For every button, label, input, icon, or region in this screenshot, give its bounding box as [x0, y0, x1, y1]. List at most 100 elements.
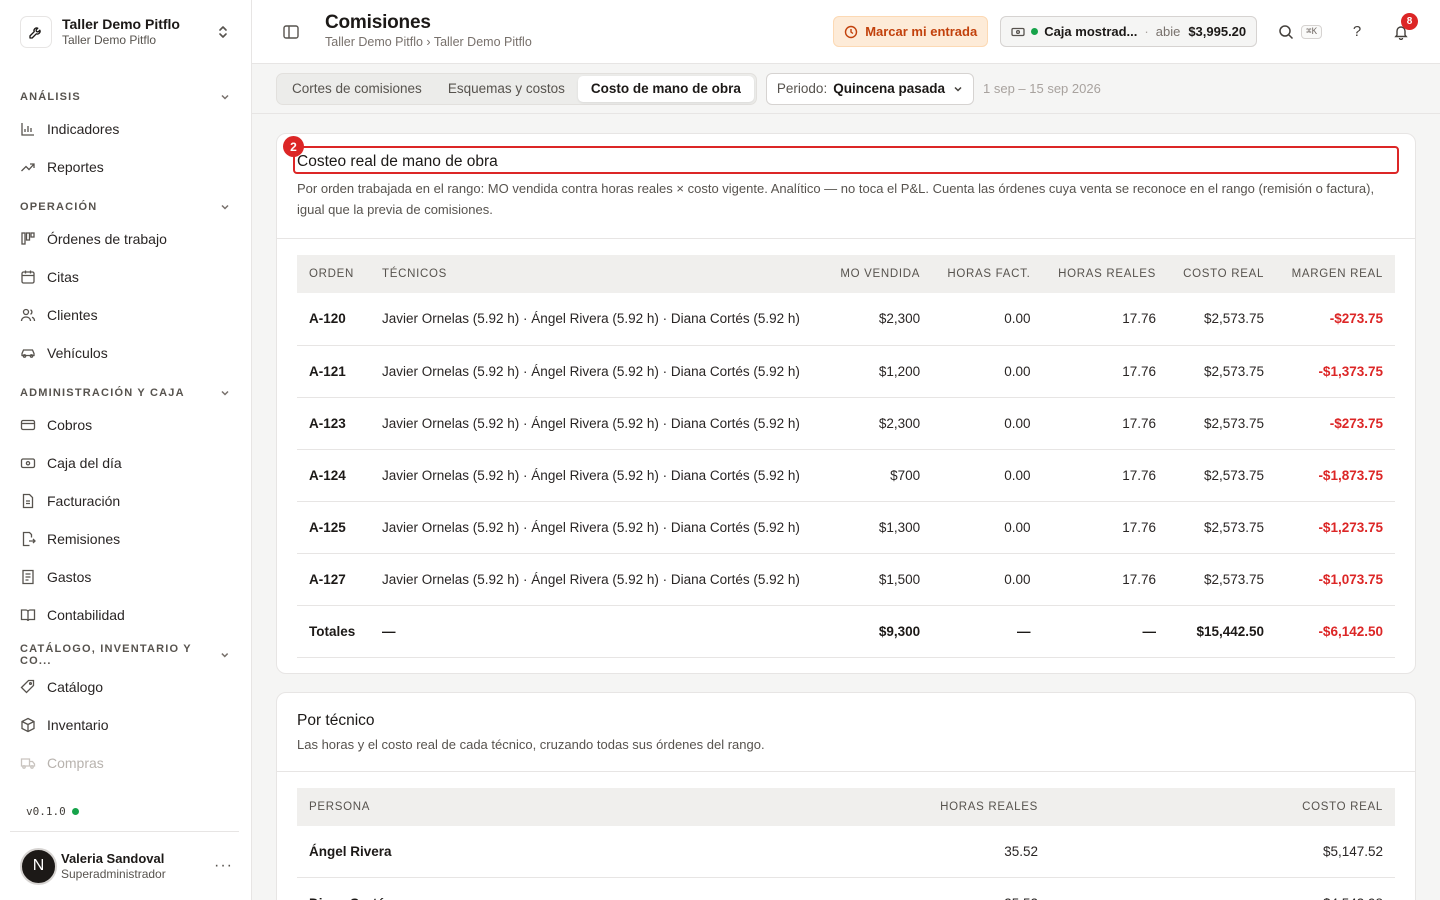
tab-cortes-comisiones[interactable]: Cortes de comisiones: [279, 76, 435, 102]
cash-state: abie: [1155, 24, 1181, 39]
hours-real-cell: 35.52: [649, 825, 1050, 878]
cash-register-icon: [1011, 27, 1025, 36]
sidebar-item-remisiones[interactable]: Remisiones: [0, 520, 251, 558]
period-label: Periodo:: [776, 81, 828, 96]
table-row[interactable]: Diana Cortés35.52$4,543.98: [297, 877, 1395, 900]
totals-techs: —: [370, 604, 826, 658]
nav-section-title: ADMINISTRACIÓN Y CAJA: [20, 387, 185, 399]
sidebar-item-label: Inventario: [47, 717, 109, 733]
sidebar-item-label: Contabilidad: [47, 607, 125, 623]
file-export-icon: [20, 531, 36, 547]
period-select[interactable]: Periodo: Quincena pasada: [765, 72, 974, 105]
cash-name: Caja mostrad...: [1044, 24, 1138, 39]
real-margin-cell: -$1,873.75: [1276, 449, 1395, 502]
table-row[interactable]: A-121 Javier Ornelas (5.92 h) · Ángel Riv…: [297, 345, 1395, 398]
chevron-down-icon: [954, 86, 962, 92]
sidebar-item-inventario[interactable]: Inventario: [0, 706, 251, 744]
sidebar-item-indicadores[interactable]: Indicadores: [0, 110, 251, 148]
order-cell: A-124: [297, 449, 370, 502]
tab-esquemas-costos[interactable]: Esquemas y costos: [435, 76, 578, 102]
sidebar-item-reportes[interactable]: Reportes: [0, 148, 251, 186]
sidebar-item-catalogo[interactable]: Catálogo: [0, 668, 251, 706]
chevron-down-icon: [221, 390, 229, 396]
table-row[interactable]: A-120 Javier Ornelas (5.92 h) · Ángel Riv…: [297, 293, 1395, 346]
techs-cell: Javier Ornelas (5.92 h) · Ángel Rivera (…: [370, 397, 826, 450]
sidebar-item-citas[interactable]: Citas: [0, 258, 251, 296]
sidebar-item-clientes[interactable]: Clientes: [0, 296, 251, 334]
search-icon: [1277, 23, 1295, 41]
column-header: MO VENDIDA: [825, 255, 933, 293]
tab-costo-mano-obra[interactable]: Costo de mano de obra: [577, 75, 754, 102]
org-switcher[interactable]: Taller Demo Pitflo Taller Demo Pitflo: [0, 0, 251, 64]
trending-up-icon: [20, 159, 36, 175]
tab-list: Cortes de comisiones Esquemas y costos C…: [276, 72, 757, 105]
sidebar-item-caja[interactable]: Caja del día: [0, 444, 251, 482]
mo-sold-cell: $2,300: [825, 397, 933, 450]
notifications-button[interactable]: 8: [1392, 12, 1418, 41]
search-button[interactable]: ⌘K: [1277, 23, 1322, 41]
real-cost-cell: $2,573.75: [1168, 345, 1277, 398]
truck-icon: [20, 755, 36, 771]
nav-section-header[interactable]: ANÁLISIS: [0, 84, 251, 110]
nav-section-header[interactable]: CATÁLOGO, INVENTARIO Y CO...: [0, 642, 251, 668]
clock-in-button[interactable]: Marcar mi entrada: [833, 16, 989, 47]
techs-cell: Javier Ornelas (5.92 h) · Ángel Rivera (…: [370, 293, 826, 346]
sidebar-item-contabilidad[interactable]: Contabilidad: [0, 596, 251, 634]
nav-section-header[interactable]: ADMINISTRACIÓN Y CAJA: [0, 380, 251, 406]
more-horizontal-icon[interactable]: ···: [214, 857, 239, 875]
breadcrumb[interactable]: Taller Demo Pitflo › Taller Demo Pitflo: [325, 34, 833, 51]
column-header: MARGEN REAL: [1276, 255, 1395, 293]
cash-register-icon: [20, 455, 36, 471]
table-row[interactable]: Ángel Rivera 35.52 $5,147.52: [297, 825, 1395, 878]
cash-separator: ·: [1144, 24, 1149, 39]
table-row[interactable]: A-123 Javier Ornelas (5.92 h) · Ángel Riv…: [297, 397, 1395, 450]
real-cost-cell: $2,573.75: [1168, 553, 1277, 606]
user-menu[interactable]: N Valeria Sandoval Superadministrador ··…: [10, 831, 239, 900]
sidebar-item-label: Facturación: [47, 493, 121, 509]
sidebar-item-label: Citas: [47, 269, 79, 285]
notification-badge: 8: [1401, 12, 1418, 30]
table-row[interactable]: A-127 Javier Ornelas (5.92 h) · Ángel Riv…: [297, 553, 1395, 606]
hours-real-cell: 17.76: [1042, 345, 1168, 398]
sidebar-item-facturacion[interactable]: Facturación: [0, 482, 251, 520]
order-cell: A-125: [297, 501, 370, 554]
totals-real-cost: $15,442.50: [1168, 604, 1277, 658]
techs-cell: Javier Ornelas (5.92 h) · Ángel Rivera (…: [370, 501, 826, 554]
labor-cost-card: 2 Costeo real de mano de obra Por orden …: [276, 133, 1416, 674]
help-icon[interactable]: ?: [1348, 23, 1366, 41]
avatar: N: [20, 847, 57, 885]
mo-sold-cell: $1,200: [825, 345, 933, 398]
column-header: HORAS REALES: [649, 787, 1050, 826]
status-dot: [71, 808, 79, 815]
sidebar-item-label: Remisiones: [47, 531, 121, 547]
real-cost-cell: $4,543.98: [1050, 877, 1395, 900]
nav-section-title: CATÁLOGO, INVENTARIO Y CO...: [20, 643, 192, 667]
real-cost-cell: $5,147.52: [1050, 825, 1395, 878]
sidebar-item-label: Indicadores: [47, 121, 120, 137]
real-margin-cell: -$273.75: [1276, 397, 1395, 450]
column-header: HORAS FACT.: [932, 255, 1043, 293]
nav-section-title: OPERACIÓN: [20, 201, 98, 213]
sidebar-item-vehiculos[interactable]: Vehículos: [0, 334, 251, 372]
sidebar-toggle-icon[interactable]: [282, 23, 300, 41]
real-cost-cell: $2,573.75: [1168, 501, 1277, 554]
hours-billed-cell: 0.00: [932, 293, 1043, 346]
real-margin-cell: -$1,073.75: [1276, 553, 1395, 606]
chevron-down-icon: [221, 204, 229, 210]
page-title: Comisiones: [325, 12, 431, 33]
sidebar-item-ordenes[interactable]: Órdenes de trabajo: [0, 220, 251, 258]
sidebar-item-cobros[interactable]: Cobros: [0, 406, 251, 444]
mo-sold-cell: $1,500: [825, 553, 933, 606]
per-tech-card: Por técnico Las horas y el costo real de…: [276, 691, 1416, 900]
sidebar-item-compras[interactable]: Compras: [0, 744, 251, 782]
nav-section-analisis: ANÁLISIS Indicadores Reportes: [0, 84, 251, 186]
table-row[interactable]: A-124 Javier Ornelas (5.92 h) · Ángel Riv…: [297, 449, 1395, 502]
nav-section-header[interactable]: OPERACIÓN: [0, 194, 251, 220]
cash-register-status[interactable]: Caja mostrad... · abie $3,995.20: [1000, 16, 1258, 47]
calendar-icon: [20, 269, 36, 285]
order-cell: A-121: [297, 345, 370, 398]
real-margin-cell: -$273.75: [1276, 293, 1395, 346]
sidebar-item-gastos[interactable]: Gastos: [0, 558, 251, 596]
totals-label: Totales: [297, 604, 370, 658]
table-row[interactable]: A-125 Javier Ornelas (5.92 h) · Ángel Riv…: [297, 501, 1395, 554]
